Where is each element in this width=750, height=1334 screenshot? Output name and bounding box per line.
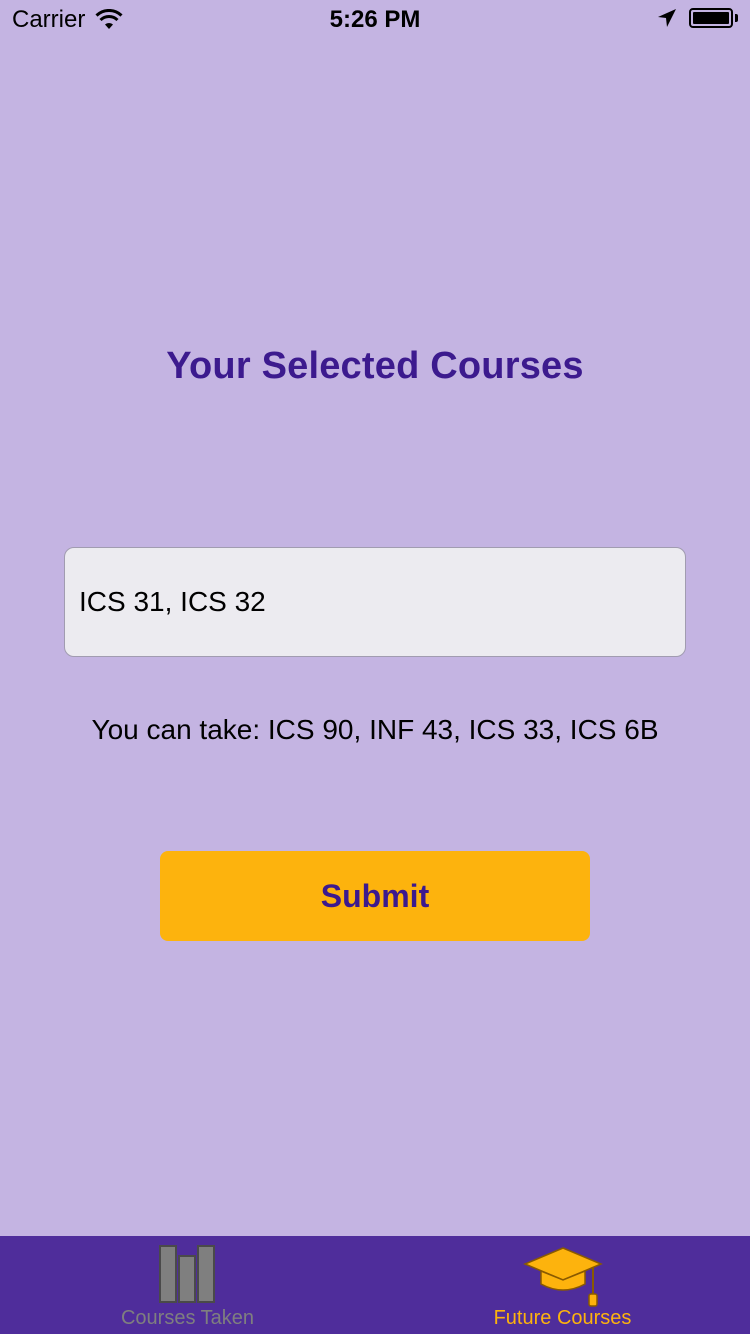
tab-bar: Courses Taken Future Courses bbox=[0, 1236, 750, 1334]
graduation-cap-icon bbox=[522, 1247, 603, 1307]
tab-future-courses[interactable]: Future Courses bbox=[375, 1236, 750, 1334]
status-bar: Carrier 5:26 PM bbox=[0, 0, 750, 40]
available-courses-text: You can take: ICS 90, INF 43, ICS 33, IC… bbox=[91, 714, 659, 745]
tab-label: Courses Taken bbox=[120, 1307, 255, 1329]
selected-courses-input[interactable] bbox=[64, 547, 686, 657]
status-right-icons bbox=[657, 8, 738, 28]
battery-icon bbox=[689, 8, 733, 28]
battery-level bbox=[693, 12, 729, 24]
tab-label: Future Courses bbox=[493, 1307, 632, 1329]
submit-button[interactable]: Submit bbox=[160, 851, 590, 941]
page-title: Your Selected Courses bbox=[166, 345, 584, 387]
tab-courses-taken[interactable]: Courses Taken bbox=[0, 1236, 375, 1334]
location-arrow-icon bbox=[658, 9, 676, 27]
battery-cap bbox=[735, 14, 738, 22]
clock: 5:26 PM bbox=[329, 6, 421, 33]
books-icon bbox=[158, 1245, 215, 1303]
